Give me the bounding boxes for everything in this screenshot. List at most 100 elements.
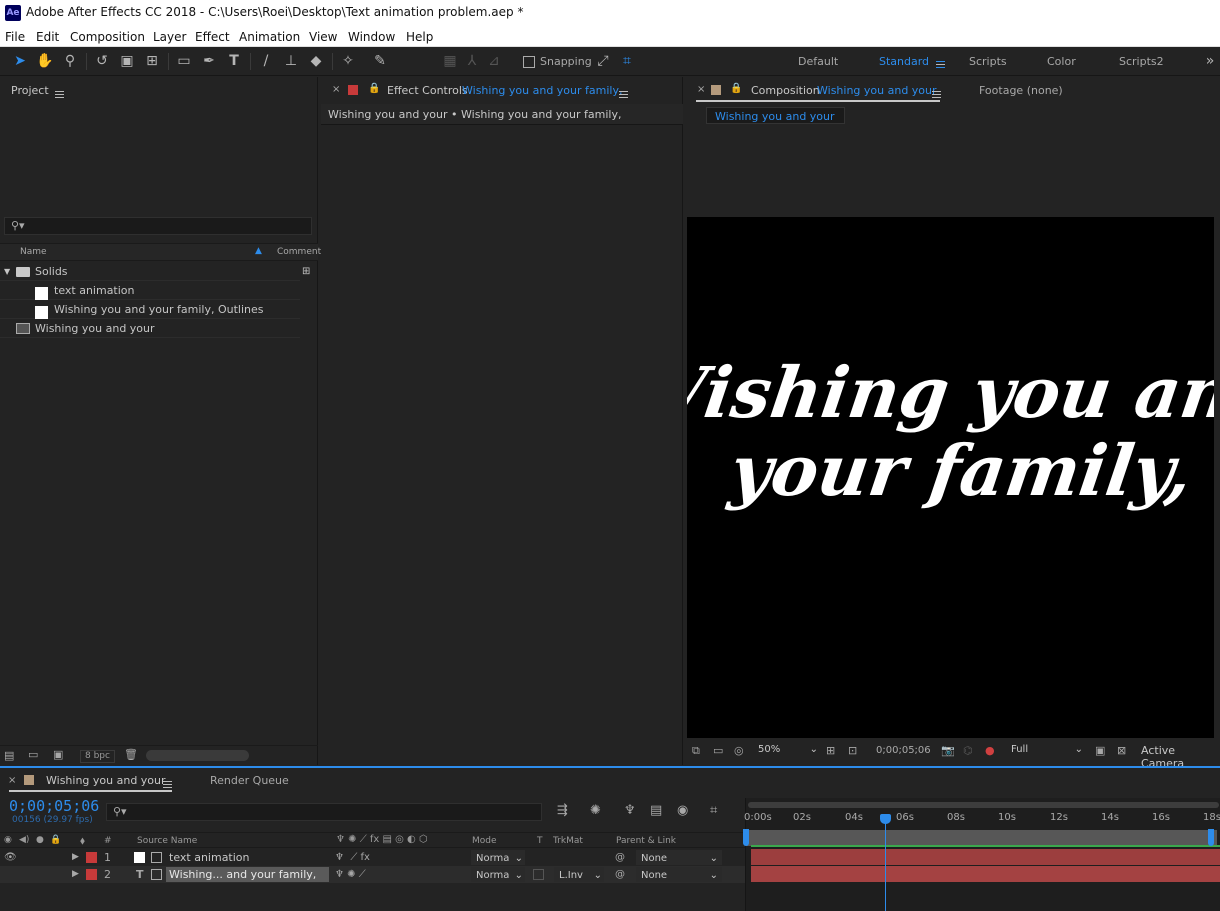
menu-effect[interactable]: Effect: [195, 30, 230, 44]
composition-label[interactable]: Composition: [751, 84, 820, 97]
rotate-tool-icon[interactable]: ↺: [92, 52, 112, 71]
workspace-scripts[interactable]: Scripts: [969, 55, 1007, 68]
playhead[interactable]: [880, 814, 892, 911]
motion-blur-icon[interactable]: ◉: [677, 803, 688, 818]
project-item-comp[interactable]: Wishing you and your: [0, 319, 300, 338]
mask-visibility-icon[interactable]: ◎: [734, 744, 744, 757]
lock-icon[interactable]: 🔒: [730, 83, 742, 94]
layer-1-duration-bar[interactable]: [751, 849, 1220, 865]
work-area-bar[interactable]: [746, 830, 1217, 846]
effect-controls-label[interactable]: Effect Controls: [387, 84, 468, 97]
lock-icon[interactable]: 🔒: [368, 83, 380, 94]
project-item-text-animation[interactable]: text animation: [0, 281, 300, 300]
new-composition-icon[interactable]: ▣: [53, 748, 63, 761]
mode-header[interactable]: Mode: [472, 836, 497, 846]
axis-local-icon[interactable]: ▦: [440, 52, 460, 71]
hand-tool-icon[interactable]: ✋: [35, 52, 55, 71]
menu-window[interactable]: Window: [348, 30, 395, 44]
workspace-scripts2[interactable]: Scripts2: [1119, 55, 1164, 68]
close-icon[interactable]: ×: [332, 84, 340, 95]
menu-edit[interactable]: Edit: [36, 30, 59, 44]
eye-icon[interactable]: 👁: [4, 849, 17, 866]
transparency-grid-icon[interactable]: ⊠: [1117, 744, 1126, 757]
expand-triangle-icon[interactable]: ▶: [72, 866, 79, 883]
current-time-display[interactable]: 0;00;05;06: [876, 745, 931, 756]
workspace-default[interactable]: Default: [798, 55, 838, 68]
selection-tool-icon[interactable]: ➤: [10, 52, 30, 71]
workspace-overflow-icon[interactable]: »: [1200, 52, 1220, 71]
composition-viewer[interactable]: Wishing you and your family,: [687, 217, 1214, 738]
clone-stamp-tool-icon[interactable]: ⊥: [281, 52, 301, 71]
footage-tab[interactable]: Footage (none): [979, 84, 1063, 97]
solo-toggle-icon[interactable]: ●: [36, 835, 44, 845]
layer-label-color[interactable]: [86, 869, 97, 880]
effect-controls-layer[interactable]: Wishing you and your family,: [462, 84, 622, 97]
menu-animation[interactable]: Animation: [239, 30, 300, 44]
frame-blending-icon[interactable]: ▤: [650, 803, 662, 818]
snapping-checkbox[interactable]: [523, 56, 535, 68]
parent-dropdown[interactable]: None ⌄: [636, 867, 722, 882]
name-column-header[interactable]: Name: [20, 247, 47, 257]
timeline-menu-icon[interactable]: [163, 777, 172, 790]
layer-row-1[interactable]: 👁 ▶ 1 text animation ♆ ⟋ fx Norma ⌄ @ Non…: [0, 849, 745, 866]
type-tool-icon[interactable]: T: [224, 52, 244, 71]
lock-toggle-icon[interactable]: 🔒: [50, 835, 61, 845]
effect-controls-menu-icon[interactable]: [619, 87, 628, 100]
menu-layer[interactable]: Layer: [153, 30, 186, 44]
monitor-icon[interactable]: ▭: [713, 744, 723, 757]
project-panel-title[interactable]: Project: [11, 84, 49, 97]
shy-layers-icon[interactable]: ♆: [624, 803, 636, 818]
layer-switch-icons[interactable]: ♆ ⟋ fx: [335, 849, 370, 866]
camera-dropdown[interactable]: Active Camera: [1141, 744, 1220, 770]
pick-whip-icon[interactable]: @: [615, 866, 625, 883]
trkmat-header[interactable]: TrkMat: [553, 836, 583, 846]
trkmat-dropdown[interactable]: L.Inv ⌄: [554, 867, 604, 882]
snap-edges-icon[interactable]: ⤢: [593, 52, 613, 71]
work-area-end-handle[interactable]: [1208, 829, 1214, 846]
expand-triangle-icon[interactable]: ▼: [4, 262, 10, 281]
render-queue-tab[interactable]: Render Queue: [210, 774, 289, 787]
menu-composition[interactable]: Composition: [70, 30, 145, 44]
timeline-timecode[interactable]: 0;00;05;06: [9, 797, 99, 815]
project-item-outlines[interactable]: Wishing you and your family, Outlines: [0, 300, 300, 319]
pick-whip-icon[interactable]: @: [615, 849, 625, 866]
snap-features-icon[interactable]: ⌗: [617, 52, 637, 71]
parent-dropdown[interactable]: None ⌄: [636, 850, 722, 865]
eraser-tool-icon[interactable]: ◆: [306, 52, 326, 71]
resolution-grid-icon[interactable]: ⊞: [826, 744, 835, 757]
source-name-header[interactable]: Source Name: [137, 836, 197, 846]
video-toggle-icon[interactable]: ◉: [4, 835, 12, 845]
region-of-interest-icon[interactable]: ⊡: [848, 744, 857, 757]
label-tag-icon[interactable]: ⬧: [80, 834, 85, 848]
layer-label-color[interactable]: [86, 852, 97, 863]
axis-view-icon[interactable]: ⊿: [484, 52, 504, 71]
layer-switch-icons[interactable]: ♆ ✺ ⟋: [335, 866, 366, 883]
trash-icon[interactable]: 🗑: [124, 748, 138, 761]
close-icon[interactable]: ×: [8, 775, 16, 786]
snapshot-icon[interactable]: 📷: [941, 744, 955, 757]
flowchart-icon[interactable]: ⊞: [302, 262, 310, 281]
camera-tool-icon[interactable]: ▣: [117, 52, 137, 71]
preserve-transparency-checkbox[interactable]: [533, 869, 544, 880]
workspace-menu-icon[interactable]: [936, 57, 945, 70]
composition-nav-tab[interactable]: Wishing you and your: [706, 107, 845, 124]
timeline-search-input[interactable]: ⚲▾: [106, 803, 542, 821]
parent-link-header[interactable]: Parent & Link: [616, 836, 676, 846]
puppet-pin-tool-icon[interactable]: ✎: [370, 52, 390, 71]
brush-tool-icon[interactable]: /: [256, 52, 276, 71]
composition-menu-icon[interactable]: [932, 87, 941, 100]
menu-view[interactable]: View: [309, 30, 337, 44]
layer-number-header[interactable]: #: [104, 836, 112, 846]
draft-3d-icon[interactable]: ✺: [590, 803, 601, 818]
work-area-start-handle[interactable]: [743, 829, 749, 846]
audio-toggle-icon[interactable]: ◀): [19, 835, 29, 845]
comment-column-header[interactable]: Comment: [277, 247, 321, 257]
new-folder-icon[interactable]: ▭: [28, 748, 38, 761]
layer-name[interactable]: text animation: [169, 849, 250, 866]
rectangle-tool-icon[interactable]: ▭: [174, 52, 194, 71]
layer-2-duration-bar[interactable]: [751, 866, 1220, 882]
project-menu-icon[interactable]: [55, 87, 64, 100]
pen-tool-icon[interactable]: ✒: [199, 52, 219, 71]
comp-flowchart-icon[interactable]: ⇶: [557, 803, 568, 818]
workspace-color[interactable]: Color: [1047, 55, 1076, 68]
